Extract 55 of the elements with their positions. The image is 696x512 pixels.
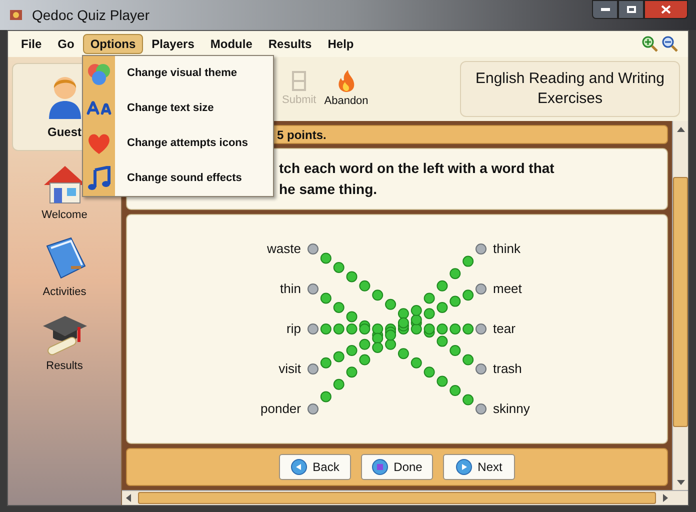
menu-item[interactable]: Help: [320, 34, 361, 54]
rewind-icon: [290, 459, 307, 475]
instruction-text: tch each word on the left with a word that: [279, 159, 556, 178]
menu-option[interactable]: Change visual theme: [83, 56, 273, 91]
sidebar-item[interactable]: Results: [40, 312, 88, 374]
close-button[interactable]: [644, 0, 688, 19]
right-word: skinny: [493, 400, 530, 418]
menu-item[interactable]: Players: [144, 34, 202, 54]
left-word: thin: [280, 280, 301, 298]
color-circles-icon: [86, 62, 112, 86]
menu-option[interactable]: Change text size: [83, 91, 273, 126]
points-text: 5 points.: [277, 126, 326, 144]
left-word: visit: [278, 360, 301, 378]
horizontal-scrollbar[interactable]: [122, 490, 688, 505]
toolbar-button[interactable]: Abandon: [324, 68, 368, 110]
minimize-button[interactable]: [592, 0, 618, 19]
left-word: rip: [286, 320, 301, 338]
menu-item[interactable]: Options: [83, 34, 143, 54]
play-icon: [456, 459, 472, 475]
module-title: English Reading and Writing Exercises: [460, 61, 680, 117]
maximize-icon: [626, 6, 636, 13]
minimize-icon: [600, 8, 610, 11]
maximize-button[interactable]: [618, 0, 644, 19]
close-icon: [661, 5, 671, 14]
left-word: ponder: [260, 400, 301, 418]
vertical-scrollbar[interactable]: [672, 121, 688, 490]
menu-item[interactable]: File: [14, 34, 49, 54]
grid-icon: [291, 70, 308, 92]
menu-option[interactable]: Change sound effects: [83, 161, 273, 196]
stop-icon: [372, 459, 388, 475]
menu-item[interactable]: Results: [261, 34, 319, 54]
left-word: waste: [267, 240, 301, 258]
right-word: think: [493, 240, 520, 258]
zoom-out-icon[interactable]: [662, 36, 678, 52]
player-name: Guest: [47, 124, 82, 141]
window-title: Qedoc Quiz Player: [32, 6, 150, 25]
menu-item[interactable]: Module: [203, 34, 260, 54]
scroll-down-icon: [676, 480, 684, 484]
heart-icon: [86, 132, 112, 156]
right-word: trash: [493, 360, 522, 378]
zoom-in-icon[interactable]: [642, 36, 658, 52]
sidebar-item[interactable]: Activities: [40, 236, 88, 300]
menu-option[interactable]: Change attempts icons: [83, 126, 273, 161]
app-icon: [8, 7, 24, 23]
right-word: meet: [493, 280, 522, 298]
nav-button[interactable]: Back: [279, 454, 351, 480]
scroll-up-icon: [676, 126, 684, 132]
menu-item[interactable]: Go: [50, 34, 82, 54]
instruction-text: he same thing.: [279, 180, 378, 199]
right-word: tear: [493, 320, 516, 338]
music-note-icon: [87, 166, 111, 192]
nav-button[interactable]: Done: [361, 454, 433, 480]
scrollbar-thumb[interactable]: [673, 177, 688, 427]
nav-button[interactable]: Next: [443, 454, 515, 480]
scrollbar-thumb[interactable]: [138, 492, 656, 504]
